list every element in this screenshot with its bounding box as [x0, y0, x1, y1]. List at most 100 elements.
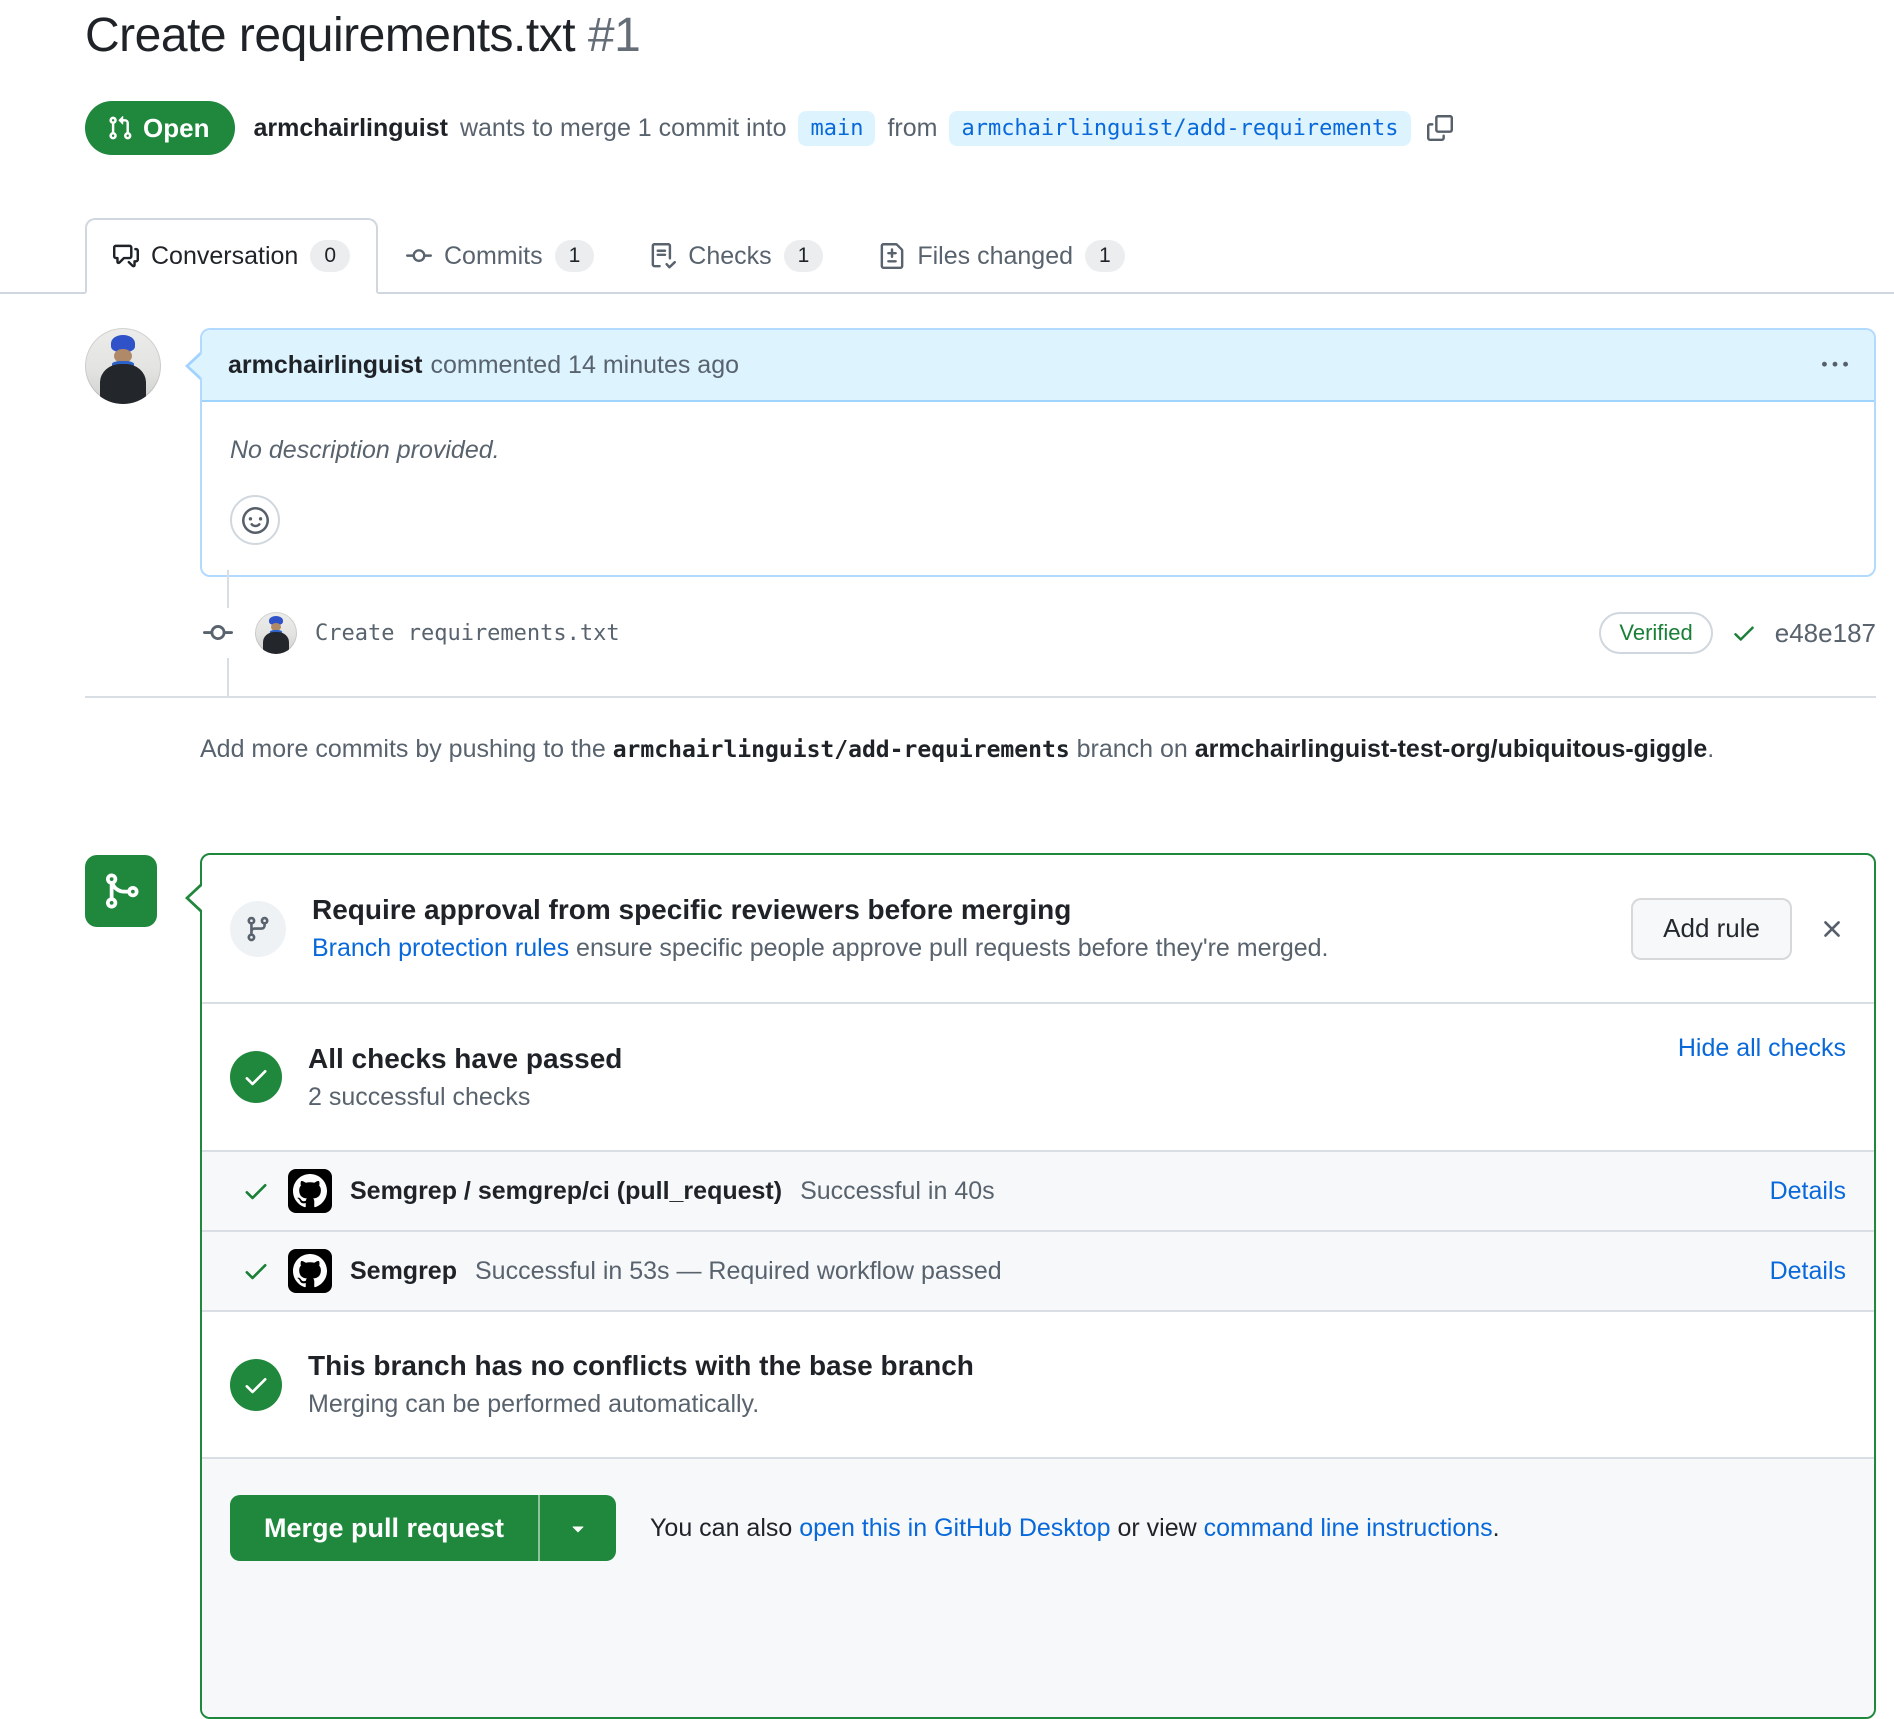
push-note-repo: armchairlinguist-test-org/ubiquitous-gig…	[1195, 735, 1708, 763]
pr-tab-bar: Conversation 0 Commits 1 Checks 1 Files …	[0, 216, 1894, 294]
merge-options-dropdown[interactable]	[538, 1495, 616, 1561]
checks-summary-subtitle: 2 successful checks	[308, 1083, 622, 1112]
commit-message[interactable]: Create requirements.txt	[315, 621, 620, 646]
tab-commits[interactable]: Commits 1	[378, 218, 622, 294]
from-text: from	[887, 114, 937, 143]
check-row-semgrep: Semgrep Successful in 53s — Required wor…	[202, 1230, 1874, 1310]
tab-counter: 1	[1085, 240, 1125, 271]
check-icon	[242, 1177, 270, 1205]
protection-title: Require approval from specific reviewers…	[312, 894, 1329, 926]
tab-label: Checks	[688, 242, 771, 271]
avatar[interactable]	[85, 328, 161, 404]
tab-label: Commits	[444, 242, 543, 271]
merge-note-middle: or view	[1117, 1514, 1196, 1542]
tab-label: Conversation	[151, 242, 298, 271]
push-note-middle: branch on	[1077, 735, 1188, 763]
merge-box: Require approval from specific reviewers…	[200, 853, 1876, 1719]
checks-summary-title: All checks have passed	[308, 1043, 622, 1075]
dismiss-protection-button[interactable]	[1818, 915, 1846, 943]
add-reaction-button[interactable]	[230, 495, 280, 545]
git-commit-icon	[406, 243, 432, 269]
mergeability-title: This branch has no conflicts with the ba…	[308, 1350, 974, 1382]
branch-protection-rules-link[interactable]: Branch protection rules	[312, 934, 569, 962]
push-note-suffix: .	[1707, 735, 1714, 763]
check-status: Successful in 53s — Required workflow pa…	[475, 1257, 1002, 1286]
check-icon	[242, 1257, 270, 1285]
commit-row: Create requirements.txt Verified e48e187	[203, 606, 1876, 660]
comment-author[interactable]: armchairlinguist	[228, 351, 423, 380]
check-icon	[1731, 620, 1757, 646]
branch-protection-section: Require approval from specific reviewers…	[202, 855, 1874, 1002]
details-link[interactable]: Details	[1770, 1177, 1846, 1206]
push-note-prefix: Add more commits by pushing to the	[200, 735, 606, 763]
file-diff-icon	[879, 243, 905, 269]
mergeability-subtitle: Merging can be performed automatically.	[308, 1390, 974, 1419]
commit-meta: Verified e48e187	[1599, 612, 1876, 654]
protection-description-text: ensure specific people approve pull requ…	[576, 934, 1328, 962]
add-rule-button[interactable]: Add rule	[1631, 898, 1792, 960]
github-mark-icon	[293, 1174, 327, 1208]
commit-author-avatar[interactable]	[255, 612, 297, 654]
github-app-avatar	[288, 1169, 332, 1213]
merge-summary: armchairlinguist wants to merge 1 commit…	[253, 111, 1452, 146]
protection-description: Branch protection rules ensure specific …	[312, 934, 1329, 963]
hide-all-checks-link[interactable]: Hide all checks	[1678, 1034, 1846, 1063]
close-icon	[1818, 915, 1846, 943]
comment: armchairlinguist commented 14 minutes ag…	[200, 328, 1876, 577]
check-name: Semgrep	[350, 1257, 457, 1286]
base-branch-label[interactable]: main	[798, 111, 875, 146]
pr-author[interactable]: armchairlinguist	[253, 114, 448, 143]
tab-counter: 1	[784, 240, 824, 271]
merge-action-section: Merge pull request You can also open thi…	[202, 1457, 1874, 1717]
merge-pull-request-button[interactable]: Merge pull request	[230, 1495, 538, 1561]
merge-button-group: Merge pull request	[230, 1495, 616, 1561]
head-branch-label[interactable]: armchairlinguist/add-requirements	[949, 111, 1410, 146]
page-title: Create requirements.txt #1	[85, 8, 640, 63]
git-merge-icon	[101, 871, 141, 911]
push-note: Add more commits by pushing to the armch…	[200, 728, 1876, 771]
success-check-icon	[230, 1359, 282, 1411]
success-check-icon	[230, 1051, 282, 1103]
git-pull-request-icon	[107, 115, 133, 141]
tab-checks[interactable]: Checks 1	[622, 218, 851, 294]
comment-text: No description provided.	[230, 436, 1846, 465]
triangle-down-icon	[566, 1516, 590, 1540]
timeline-divider	[85, 696, 1876, 698]
pr-title-text: Create requirements.txt	[85, 9, 575, 62]
check-row-semgrep-ci: Semgrep / semgrep/ci (pull_request) Succ…	[202, 1150, 1874, 1230]
comment-options-button[interactable]	[1822, 352, 1848, 378]
pr-number: #1	[588, 9, 640, 62]
check-status: Successful in 40s	[800, 1177, 995, 1206]
git-branch-icon	[230, 901, 286, 957]
tab-label: Files changed	[917, 242, 1073, 271]
status-badge: Open	[85, 101, 235, 155]
comment-discussion-icon	[113, 243, 139, 269]
merge-action-text: wants to merge 1 commit into	[460, 114, 787, 143]
copy-icon	[1427, 115, 1453, 141]
merge-note-prefix: You can also	[650, 1514, 792, 1542]
merge-note-suffix: .	[1493, 1514, 1500, 1542]
verified-badge[interactable]: Verified	[1599, 612, 1712, 654]
github-app-avatar	[288, 1249, 332, 1293]
copy-branch-button[interactable]	[1427, 115, 1453, 141]
checklist-icon	[650, 243, 676, 269]
details-link[interactable]: Details	[1770, 1257, 1846, 1286]
mergeability-section: This branch has no conflicts with the ba…	[202, 1310, 1874, 1457]
check-name: Semgrep / semgrep/ci (pull_request)	[350, 1177, 782, 1206]
tab-counter: 1	[555, 240, 595, 271]
kebab-horizontal-icon	[1822, 352, 1848, 378]
github-mark-icon	[293, 1254, 327, 1288]
comment-meta: commented 14 minutes ago	[431, 351, 740, 380]
tab-files-changed[interactable]: Files changed 1	[851, 218, 1152, 294]
merge-alternatives-note: You can also open this in GitHub Desktop…	[650, 1514, 1500, 1543]
command-line-instructions-link[interactable]: command line instructions	[1204, 1514, 1493, 1542]
commit-sha[interactable]: e48e187	[1775, 618, 1876, 649]
comment-header: armchairlinguist commented 14 minutes ag…	[202, 330, 1874, 402]
comment-body: No description provided.	[202, 402, 1874, 575]
github-desktop-link[interactable]: open this in GitHub Desktop	[799, 1514, 1110, 1542]
tab-conversation[interactable]: Conversation 0	[85, 218, 378, 294]
merge-status-icon-box	[85, 855, 157, 927]
pr-status-row: Open armchairlinguist wants to merge 1 c…	[85, 100, 1453, 156]
checks-summary-section: All checks have passed 2 successful chec…	[202, 1002, 1874, 1150]
push-note-branch: armchairlinguist/add-requirements	[613, 737, 1070, 763]
